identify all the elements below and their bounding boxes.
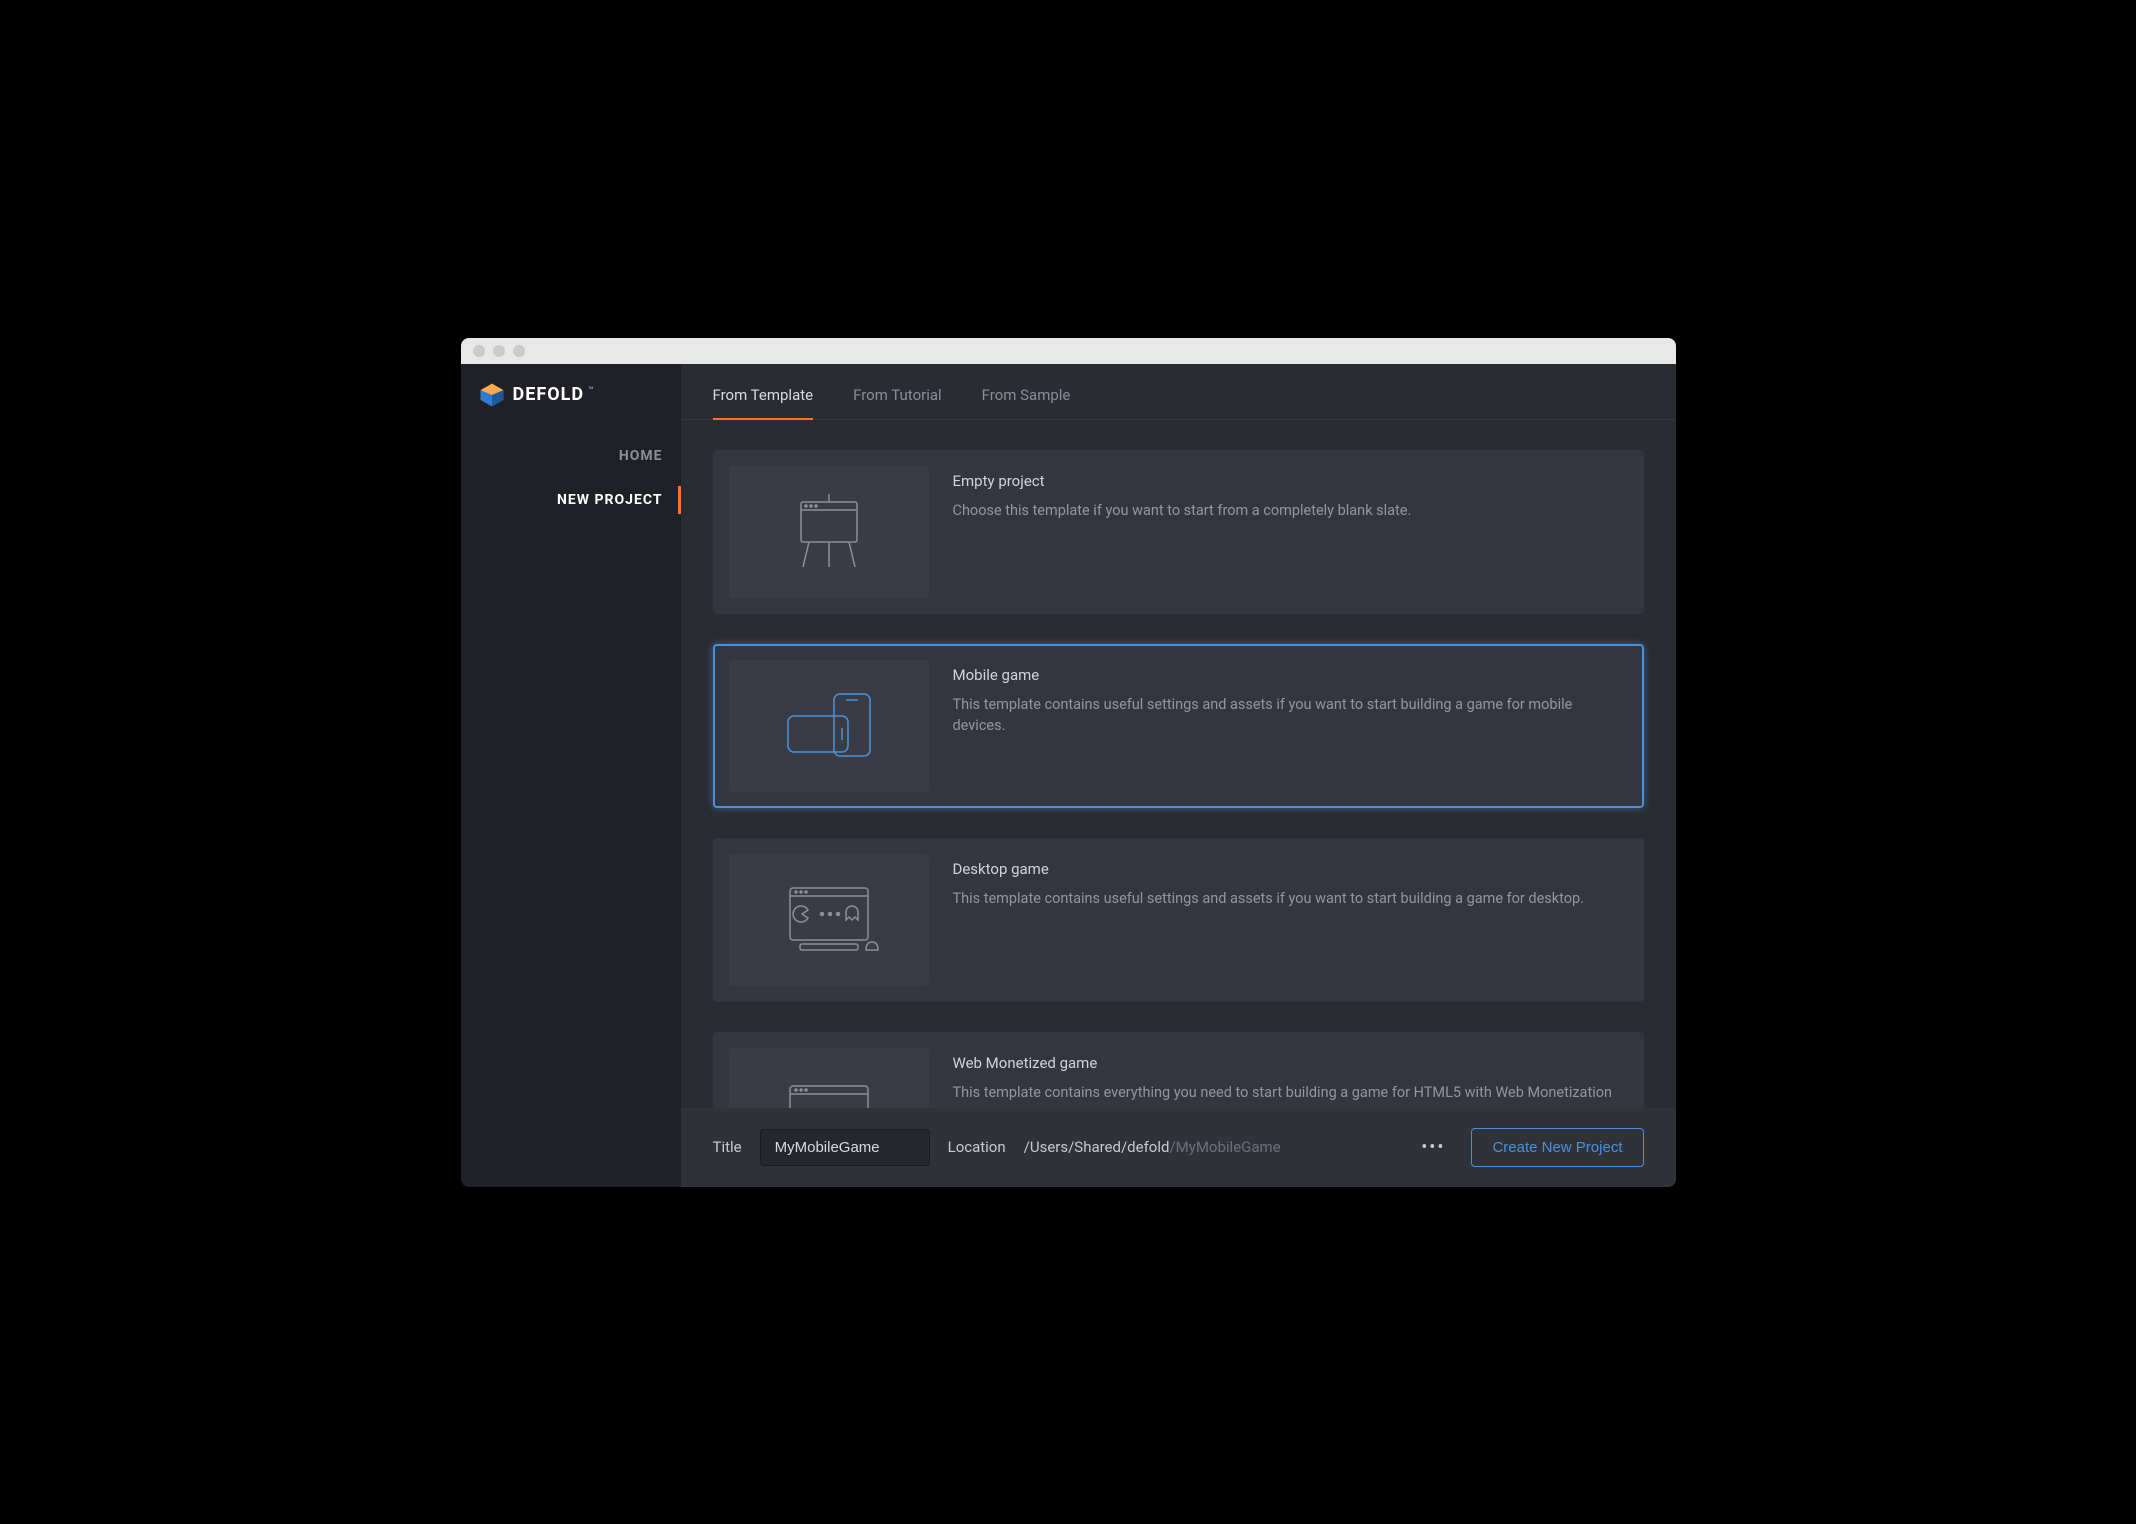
close-window-button[interactable]: [473, 345, 485, 357]
template-description: This template contains useful settings a…: [953, 888, 1584, 910]
template-thumb: [729, 1048, 929, 1108]
template-text: Desktop game This template contains usef…: [953, 854, 1594, 986]
app-window: DEFOLD ™ HOME NEW PROJECT From Template …: [461, 338, 1676, 1187]
project-title-input[interactable]: [760, 1129, 930, 1166]
more-options-button[interactable]: •••: [1413, 1133, 1453, 1162]
tab-label: From Template: [713, 386, 814, 404]
brand-logo: DEFOLD ™: [461, 382, 681, 434]
maximize-window-button[interactable]: [513, 345, 525, 357]
template-thumb: [729, 466, 929, 598]
minimize-window-button[interactable]: [493, 345, 505, 357]
window-titlebar: [461, 338, 1676, 364]
template-card-web-monetized[interactable]: Web Monetized game This template contain…: [713, 1032, 1644, 1108]
main-panel: From Template From Tutorial From Sample: [681, 364, 1676, 1187]
easel-icon: [779, 482, 879, 582]
defold-logo-icon: [479, 382, 505, 408]
template-list[interactable]: Empty project Choose this template if yo…: [681, 420, 1676, 1108]
footer-bar: Title Location /Users/Shared/defold/MyMo…: [681, 1108, 1676, 1187]
location-path: /Users/Shared/defold/MyMobileGame: [1024, 1138, 1281, 1156]
tab-from-tutorial[interactable]: From Tutorial: [853, 386, 942, 420]
location-label: Location: [948, 1138, 1006, 1156]
mobile-devices-icon: [774, 676, 884, 776]
template-card-empty[interactable]: Empty project Choose this template if yo…: [713, 450, 1644, 614]
create-new-project-button[interactable]: Create New Project: [1471, 1128, 1643, 1167]
template-title: Mobile game: [953, 666, 1618, 684]
title-label: Title: [713, 1138, 742, 1156]
web-browser-icon: [774, 1064, 884, 1108]
template-description: This template contains useful settings a…: [953, 694, 1618, 738]
template-title: Empty project: [953, 472, 1412, 490]
template-card-mobile[interactable]: Mobile game This template contains usefu…: [713, 644, 1644, 808]
desktop-pacman-icon: [774, 870, 884, 970]
tab-bar: From Template From Tutorial From Sample: [681, 364, 1676, 420]
trademark-icon: ™: [588, 386, 594, 396]
tab-label: From Tutorial: [853, 386, 942, 404]
tab-from-template[interactable]: From Template: [713, 386, 814, 420]
sidebar-item-label: HOME: [619, 448, 663, 464]
sidebar-item-new-project[interactable]: NEW PROJECT: [461, 478, 681, 522]
template-text: Web Monetized game This template contain…: [953, 1048, 1623, 1108]
brand-name: DEFOLD: [513, 384, 585, 405]
template-title: Web Monetized game: [953, 1054, 1613, 1072]
sidebar-item-label: NEW PROJECT: [557, 492, 662, 508]
template-thumb: [729, 854, 929, 986]
template-card-desktop[interactable]: Desktop game This template contains usef…: [713, 838, 1644, 1002]
sidebar-item-home[interactable]: HOME: [461, 434, 681, 478]
tab-label: From Sample: [982, 386, 1071, 404]
template-text: Empty project Choose this template if yo…: [953, 466, 1422, 598]
location-base: /Users/Shared/defold: [1024, 1138, 1170, 1156]
sidebar: DEFOLD ™ HOME NEW PROJECT: [461, 364, 681, 1187]
template-description: Choose this template if you want to star…: [953, 500, 1412, 522]
template-text: Mobile game This template contains usefu…: [953, 660, 1628, 792]
template-thumb: [729, 660, 929, 792]
template-description: This template contains everything you ne…: [953, 1082, 1613, 1104]
app-body: DEFOLD ™ HOME NEW PROJECT From Template …: [461, 364, 1676, 1187]
template-title: Desktop game: [953, 860, 1584, 878]
tab-from-sample[interactable]: From Sample: [982, 386, 1071, 420]
location-suffix: /MyMobileGame: [1169, 1138, 1280, 1156]
